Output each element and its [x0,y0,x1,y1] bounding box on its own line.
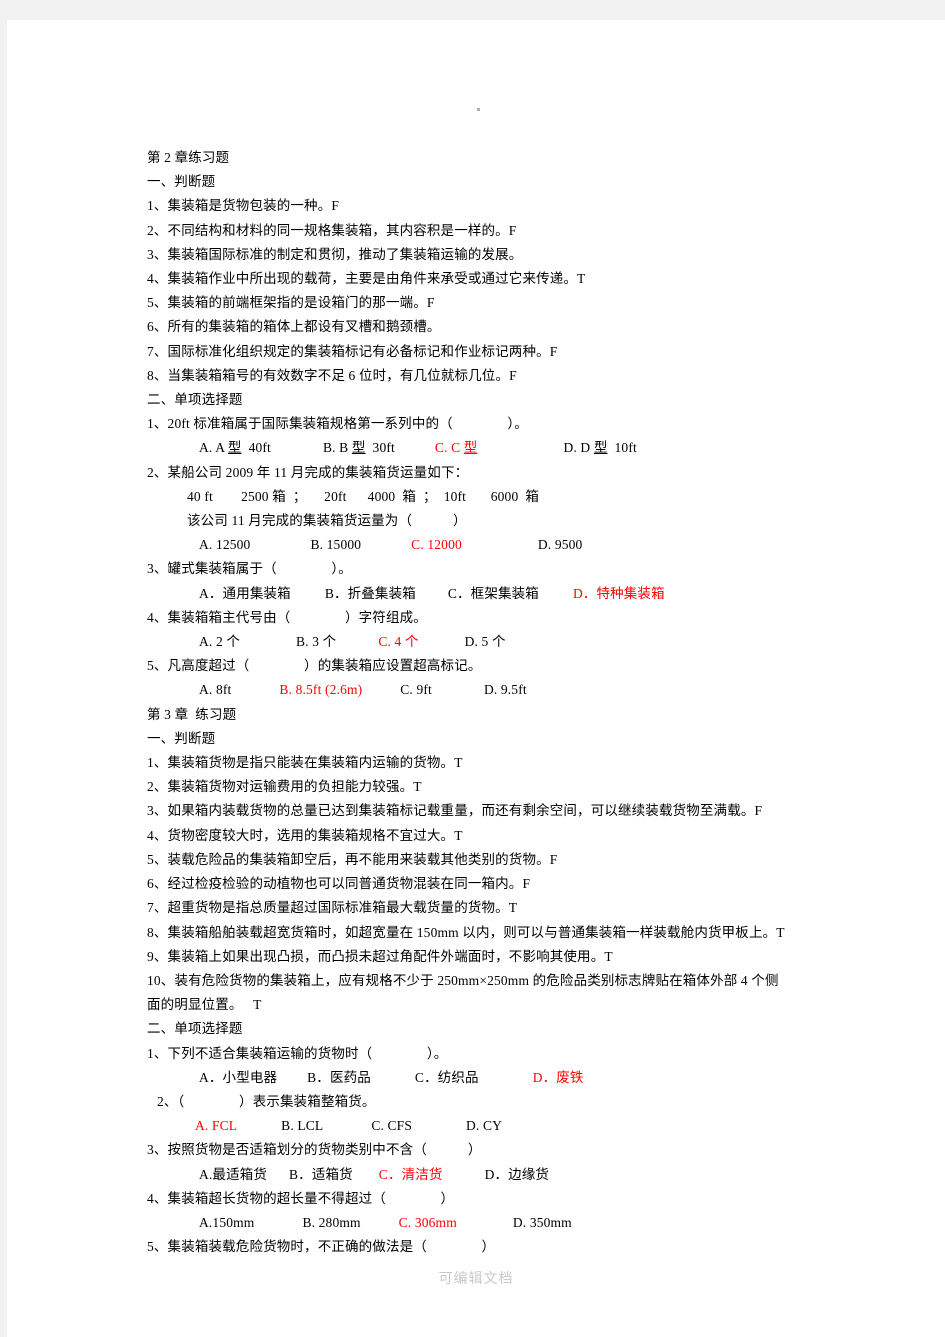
chapter2-q1-options: A. A 型 40ft B. B 型 30ft C. C 型 D. D 型 10ft [147,436,867,460]
chapter2-q2-option-b: B. 15000 [310,537,362,553]
chapter2-q1-stem: 1、20ft 标准箱属于国际集装箱规格第一系列中的（ ）。 [147,416,528,432]
chapter3-q2-options: A. FCL B. LCL C. CFS D. CY [147,1114,867,1138]
chapter2-tf-item: 4、集装箱作业中所出现的载荷，主要是由角件来承受或通过它来传递。T [147,271,586,287]
chapter3-q3-option-d: D．边缘货 [484,1166,550,1182]
chapter2-q3-options: A．通用集装箱 B．折叠集装箱 C．框架集装箱 D．特种集装箱 [147,582,867,606]
chapter3-q1-option-a: A．小型电器 [199,1069,278,1085]
chapter3-tf-item: 5、装载危险品的集装箱卸空后，再不能用来装载其他类别的货物。F [147,851,558,867]
chapter3-q1-stem: 1、下列不适合集装箱运输的货物时（ ）。 [147,1045,448,1061]
chapter2-tf-item: 6、所有的集装箱的箱体上都设有叉槽和鹅颈槽。 [147,319,441,335]
chapter3-q4-options: A.150mm B. 280mm C. 306mm D. 350mm [147,1211,867,1235]
footer-watermark: 可编辑文档 [438,1271,514,1287]
chapter2-q5-stem: 5、凡高度超过（ ）的集装箱应设置超高标记。 [147,658,482,674]
chapter2-q2-substem: 该公司 11 月完成的集装箱货运量为（ ） [187,513,467,529]
chapter3-tf-item-wrap: 面的明显位置。 T [147,997,262,1013]
chapter3-tf-item: 2、集装箱货物对运输费用的负担能力较强。T [147,779,422,795]
chapter3-title: 第 3 章 练习题 [147,706,237,722]
chapter2-q4-option-a: A. 2 个 [199,634,241,650]
chapter3-q3-options: A.最适箱货 B．适箱货 C．清洁货 D．边缘货 [147,1163,867,1187]
chapter2-q5-options: A. 8ft B. 8.5ft (2.6m) C. 9ft D. 9.5ft [147,678,867,702]
chapter2-tf-item: 8、当集装箱箱号的有效数字不足 6 位时，有几位就标几位。F [147,367,517,383]
chapter2-q3-option-a: A．通用集装箱 [199,585,291,601]
chapter3-section-truefalse-title: 一、判断题 [147,730,216,746]
chapter2-q2-option-d: D. 9500 [537,537,583,553]
chapter2-tf-item: 3、集装箱国际标准的制定和贯彻，推动了集装箱运输的发展。 [147,246,523,262]
chapter3-tf-item: 6、经过检疫检验的动植物也可以同普通货物混装在同一箱内。F [147,876,531,892]
chapter3-q2-option-d: D. CY [466,1118,503,1134]
chapter3-tf-item: 3、如果箱内装载货物的总量已达到集装箱标记载重量，而还有剩余空间，可以继续装载货… [147,803,763,819]
chapter3-q3-option-c-answer: C．清洁货 [378,1166,443,1182]
chapter3-q4-option-d: D. 350mm [512,1214,572,1230]
chapter2-q3-stem: 3、罐式集装箱属于（ ）。 [147,561,352,577]
chapter2-q4-stem: 4、集装箱箱主代号由（ ）字符组成。 [147,609,427,625]
chapter3-q3-stem: 3、按照货物是否适箱划分的货物类别中不含（ ） [147,1142,482,1158]
chapter3-tf-item: 10、装有危险货物的集装箱上，应有规格不少于 250mm×250mm 的危险品类… [147,972,779,988]
chapter3-tf-item: 9、集装箱上如果出现凸损，而凸损未超过角配件外端面时，不影响其使用。T [147,948,613,964]
document-body: 第 2 章练习题 一、判断题 1、集装箱是货物包装的一种。F 2、不同结构和材料… [147,146,867,1259]
chapter2-tf-item: 7、国际标准化组织规定的集装箱标记有必备标记和作业标记两种。F [147,343,558,359]
chapter2-q4-option-d: D. 5 个 [464,634,506,650]
chapter3-tf-item: 4、货物密度较大时，选用的集装箱规格不宜过大。T [147,827,463,843]
chapter2-section-choice-title: 二、单项选择题 [147,392,243,408]
chapter2-q4-option-c-answer: C. 4 个 [378,634,419,650]
chapter3-q1-option-c: C．纺织品 [414,1069,479,1085]
chapter2-title: 第 2 章练习题 [147,150,230,165]
chapter3-q4-option-a: A.150mm [199,1214,255,1230]
chapter3-q5-stem: 5、集装箱装载危险货物时，不正确的做法是（ ） [147,1239,496,1255]
chapter2-q4-option-b: B. 3 个 [296,634,337,650]
chapter2-tf-item: 5、集装箱的前端框架指的是设箱门的那一端。F [147,295,435,311]
chapter2-section-truefalse-title: 一、判断题 [147,174,216,190]
chapter3-q1-option-d-answer: D．废铁 [532,1069,584,1085]
chapter3-q2-stem: 2、（ ）表示集装箱整箱货。 [157,1093,376,1109]
chapter2-q2-data: 40 ft 2500 箱 ； 20ft 4000 箱 ； 10ft 6000 箱 [187,488,540,504]
chapter2-q5-option-b-answer: B. 8.5ft (2.6m) [279,682,363,698]
chapter3-q3-option-b: B．适箱货 [289,1166,353,1182]
chapter3-q3-option-a: A.最适箱货 [199,1166,268,1182]
chapter3-q4-option-b: B. 280mm [302,1214,361,1230]
chapter2-q2-option-a: A. 12500 [199,537,251,553]
chapter2-q2-option-c-answer: C. 12000 [411,537,462,553]
chapter2-q5-option-a: A. 8ft [199,682,232,698]
header-dot-mark [477,108,480,111]
chapter2-q2-options: A. 12500 B. 15000 C. 12000 D. 9500 [147,533,867,557]
chapter2-q5-option-c: C. 9ft [400,682,432,698]
chapter2-q1-option-c-answer: C. C 型 [434,440,478,456]
chapter2-q5-option-d: D. 9.5ft [483,682,527,698]
chapter2-q1-option-d: D. D 型 10ft [563,440,637,456]
chapter2-q4-options: A. 2 个 B. 3 个 C. 4 个 D. 5 个 [147,630,867,654]
chapter3-section-choice-title: 二、单项选择题 [147,1021,243,1037]
chapter2-q1-option-a: A. A 型 40ft [199,440,271,456]
chapter2-q3-option-d-answer: D．特种集装箱 [572,585,665,601]
chapter3-tf-item: 1、集装箱货物是指只能装在集装箱内运输的货物。T [147,755,463,771]
chapter3-q4-stem: 4、集装箱超长货物的超长量不得超过（ ） [147,1190,455,1206]
chapter3-q1-option-b: B．医药品 [307,1069,371,1085]
chapter2-tf-item: 2、不同结构和材料的同一规格集装箱，其内容积是一样的。F [147,222,517,238]
chapter2-q3-option-b: B．折叠集装箱 [324,585,416,601]
document-page: 第 2 章练习题 一、判断题 1、集装箱是货物包装的一种。F 2、不同结构和材料… [7,20,945,1337]
chapter3-q2-option-c: C. CFS [371,1118,413,1134]
chapter2-q3-option-c: C．框架集装箱 [447,585,539,601]
chapter2-q1-option-b: B. B 型 30ft [322,440,395,456]
chapter3-tf-item: 8、集装箱船舶装载超宽货箱时，如超宽量在 150mm 以内，则可以与普通集装箱一… [147,924,785,940]
chapter2-q2-stem: 2、某船公司 2009 年 11 月完成的集装箱货运量如下： [147,464,469,480]
chapter2-tf-item: 1、集装箱是货物包装的一种。F [147,198,340,214]
chapter3-q4-option-c-answer: C. 306mm [398,1214,457,1230]
chapter3-q2-option-b: B. LCL [281,1118,324,1134]
chapter3-q1-options: A．小型电器 B．医药品 C．纺织品 D．废铁 [147,1066,867,1090]
chapter3-tf-item: 7、超重货物是指总质量超过国际标准箱最大载货量的货物。T [147,900,518,916]
chapter3-q2-option-a-answer: A. FCL [195,1118,238,1134]
